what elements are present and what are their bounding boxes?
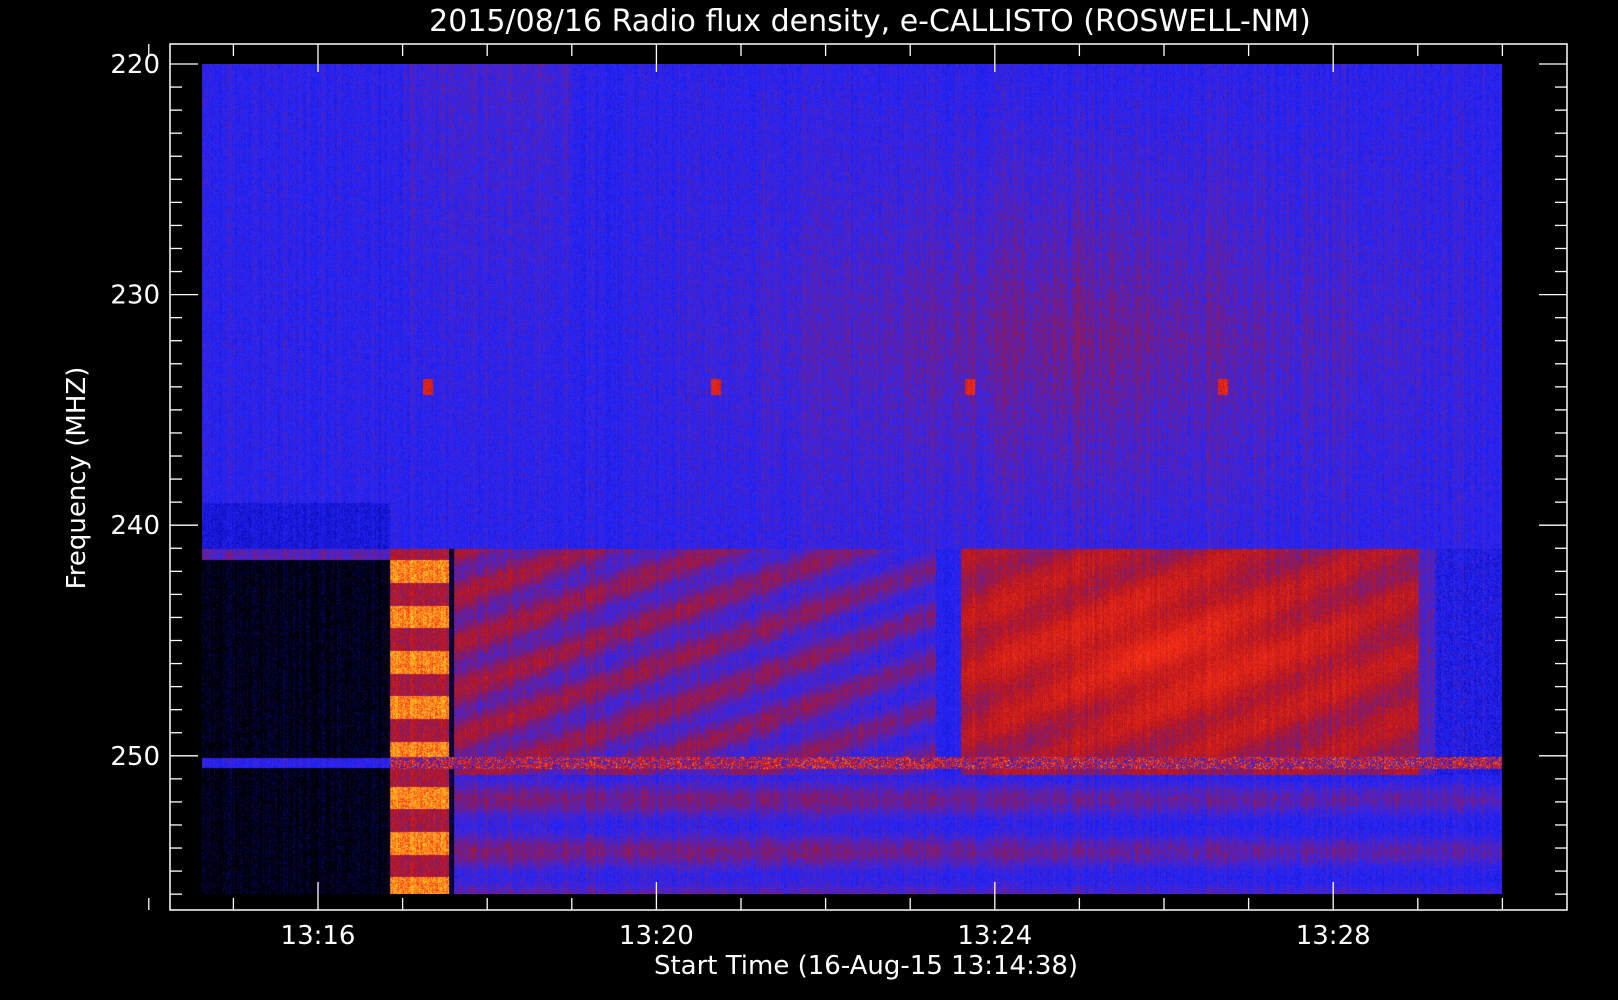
spectrogram-image <box>202 64 1503 894</box>
chart-title: 2015/08/16 Radio flux density, e-CALLIST… <box>429 4 1311 39</box>
spectrogram-heatmap <box>202 64 1503 894</box>
x-tick-label: 13:28 <box>1296 921 1371 951</box>
x-axis-label: Start Time (16-Aug-15 13:14:38) <box>654 951 1078 981</box>
y-tick-label: 220 <box>110 50 160 80</box>
x-tick-label: 13:20 <box>619 921 694 951</box>
x-tick-label: 13:16 <box>281 921 356 951</box>
spectrogram-chart: 2015/08/16 Radio flux density, e-CALLIST… <box>0 0 1618 1000</box>
y-tick-label: 240 <box>110 511 160 541</box>
x-tick-label: 13:24 <box>957 921 1032 951</box>
y-axis-label: Frequency (MHZ) <box>62 367 92 590</box>
y-tick-label: 230 <box>110 281 160 311</box>
y-tick-label: 250 <box>110 742 160 772</box>
